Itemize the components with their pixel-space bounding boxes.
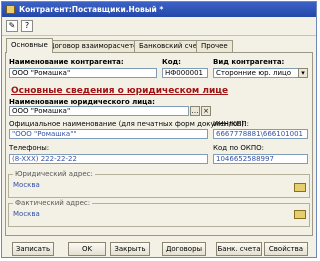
official-name-label: Официальное наименование (для печатных ф… bbox=[9, 120, 247, 128]
type-label: Вид контрагента: bbox=[213, 58, 285, 66]
tab-contract[interactable]: Договор взаиморасчетов bbox=[44, 40, 147, 52]
type-select[interactable]: Сторонние юр. лицо bbox=[213, 68, 308, 78]
legal-address-group: Юридический адрес: Москва bbox=[8, 170, 310, 198]
properties-button[interactable]: Свойства bbox=[264, 242, 308, 256]
select-button[interactable]: … bbox=[190, 106, 200, 116]
actual-address-label: Фактический адрес: bbox=[13, 199, 93, 207]
official-name-input[interactable]: "ООО "Ромашка"" bbox=[9, 129, 208, 139]
save-button[interactable]: Записать bbox=[12, 242, 54, 256]
phones-label: Телефоны: bbox=[9, 144, 50, 152]
actual-address-value[interactable]: Москва bbox=[13, 210, 40, 218]
tab-other[interactable]: Прочее bbox=[196, 40, 233, 52]
help-icon[interactable]: ? bbox=[21, 20, 33, 32]
legal-name-input[interactable]: ООО "Ромашка" bbox=[9, 106, 189, 116]
name-label: Наименование контрагента: bbox=[9, 58, 124, 66]
tab-main[interactable]: Основные bbox=[6, 38, 53, 53]
dropdown-icon[interactable]: ▾ bbox=[298, 68, 308, 78]
name-input[interactable]: ООО "Ромашка" bbox=[9, 68, 157, 78]
okpo-input[interactable]: 1046652588997 bbox=[213, 154, 308, 164]
envelope-icon[interactable] bbox=[294, 210, 306, 219]
legal-address-label: Юридический адрес: bbox=[13, 170, 95, 178]
inn-label: ИНН/КПП: bbox=[213, 120, 249, 128]
legal-name-label: Наименование юридического лица: bbox=[9, 98, 155, 106]
contractor-window: Контрагент:Поставщики.Новый * ✎ ? Основн… bbox=[1, 1, 317, 258]
code-label: Код: bbox=[162, 58, 181, 66]
okpo-label: Код по ОКПО: bbox=[213, 144, 265, 152]
window-icon bbox=[6, 5, 15, 14]
actual-address-group: Фактический адрес: Москва bbox=[8, 199, 310, 227]
toolbar: ✎ ? bbox=[2, 17, 316, 36]
legal-address-value[interactable]: Москва bbox=[13, 181, 40, 189]
envelope-icon[interactable] bbox=[294, 183, 306, 192]
phones-input[interactable]: (8-XXX) 222-22-22 bbox=[9, 154, 208, 164]
contracts-button[interactable]: Договоры bbox=[162, 242, 206, 256]
section-title: Основные сведения о юридическом лице bbox=[11, 86, 229, 96]
window-title: Контрагент:Поставщики.Новый * bbox=[19, 5, 164, 14]
ok-button[interactable]: OK bbox=[68, 242, 106, 256]
bank-accounts-button[interactable]: Банк. счета bbox=[216, 242, 262, 256]
title-bar: Контрагент:Поставщики.Новый * bbox=[2, 2, 316, 17]
close-button[interactable]: Закрыть bbox=[110, 242, 150, 256]
code-input[interactable]: НФ000001 bbox=[162, 68, 208, 78]
clear-icon[interactable]: × bbox=[201, 106, 211, 116]
inn-input[interactable]: 6667778881\666101001 bbox=[213, 129, 308, 139]
edit-icon[interactable]: ✎ bbox=[6, 20, 18, 32]
